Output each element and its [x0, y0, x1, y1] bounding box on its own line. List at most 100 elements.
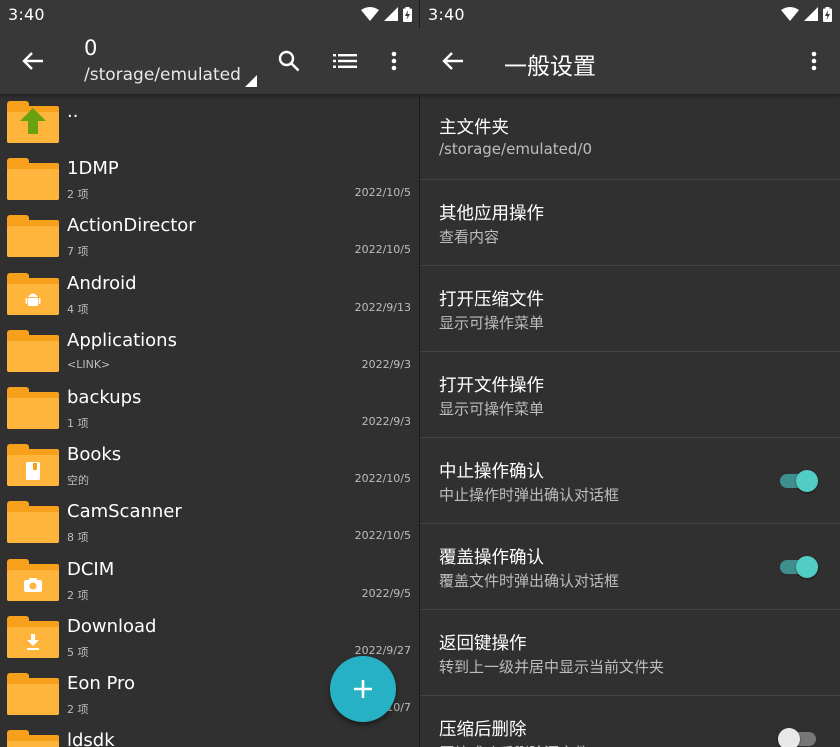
- file-meta: 7 项: [67, 245, 89, 259]
- settings-item[interactable]: 返回键操作 转到上一级并居中显示当前文件夹: [420, 610, 840, 696]
- settings-item-subtitle: 转到上一级并居中显示当前文件夹: [439, 658, 665, 676]
- file-date: 2022/10/5: [354, 529, 411, 543]
- file-meta: 2 项: [67, 588, 89, 602]
- file-meta: 8 项: [67, 531, 89, 545]
- battery-charging-icon: [403, 6, 412, 22]
- toggle-switch[interactable]: [778, 556, 818, 578]
- search-button[interactable]: [269, 41, 309, 81]
- status-bar: 3:40: [0, 0, 420, 28]
- folder-icon: [7, 329, 59, 372]
- back-button[interactable]: [13, 41, 53, 81]
- folder-icon: [7, 501, 59, 544]
- settings-item-title: 打开文件操作: [439, 376, 544, 396]
- folder-icon: [7, 444, 59, 487]
- folder-icon: [7, 386, 59, 429]
- file-meta: 1 项: [67, 416, 89, 430]
- folder-icon: [7, 615, 59, 658]
- status-icons: [361, 6, 412, 22]
- parent-folder-label: ..: [67, 101, 79, 122]
- file-name: Download: [67, 615, 157, 637]
- path-dropdown[interactable]: /storage/emulated: [84, 65, 241, 85]
- settings-item-title: 主文件夹: [439, 118, 509, 138]
- file-name: 1DMP: [67, 158, 119, 180]
- file-row[interactable]: Android 4 项 2022/9/13: [0, 266, 420, 323]
- settings-item-subtitle: 压缩成功后删除源文件: [439, 742, 589, 747]
- settings-item-title: 中止操作确认: [439, 462, 544, 482]
- settings-item[interactable]: 压缩后删除压缩成功后删除源文件: [420, 696, 840, 747]
- more-vert-icon: [811, 51, 817, 71]
- settings-list: 主文件夹/storage/emulated/0 其他应用操作 查看内容 打开压缩文件显…: [420, 94, 840, 747]
- status-time-right: 3:40: [428, 4, 465, 24]
- settings-item[interactable]: 覆盖操作确认覆盖文件时弹出确认对话框: [420, 524, 840, 610]
- wifi-icon: [361, 7, 379, 21]
- file-date: 2022/10/5: [354, 186, 411, 200]
- settings-panel: 3:40 一般设置 主文件夹/storage/emulated/0 其他应用操作查…: [420, 0, 840, 747]
- settings-item-title: 其他应用操作: [439, 204, 544, 224]
- file-name: ActionDirector: [67, 215, 196, 237]
- dropdown-triangle-icon[interactable]: [245, 75, 257, 87]
- toggle-switch[interactable]: [778, 470, 818, 492]
- file-name: backups: [67, 386, 142, 408]
- settings-item[interactable]: 中止操作确认中止操作时弹出确认对话框: [420, 438, 840, 524]
- settings-item[interactable]: 主文件夹/storage/emulated/0: [420, 94, 840, 180]
- file-date: 2022/10/5: [354, 243, 411, 257]
- folder-icon: [7, 558, 59, 601]
- signal-icon: [804, 7, 818, 21]
- more-options-button[interactable]: [374, 41, 414, 81]
- list-view-icon: [333, 54, 357, 68]
- file-date: 2022/9/27: [354, 643, 411, 657]
- camera-icon: [7, 570, 59, 601]
- settings-item-subtitle: 中止操作时弹出确认对话框: [439, 486, 620, 504]
- file-browser-panel: 3:40 0 /storage/emulated .. 1DMP 2 项 202…: [0, 0, 420, 747]
- settings-item-subtitle: 显示可操作菜单: [439, 400, 545, 418]
- file-browser-app-bar: 0 /storage/emulated: [0, 28, 420, 94]
- file-name: Books: [67, 444, 122, 466]
- file-row[interactable]: CamScanner 8 项 2022/10/5: [0, 494, 420, 551]
- file-name: Eon Pro: [67, 672, 136, 694]
- back-arrow-icon: [22, 52, 43, 70]
- file-meta: 5 项: [67, 645, 89, 659]
- file-date: 2022/9/3: [361, 357, 411, 371]
- file-row[interactable]: Applications <LINK> 2022/9/3: [0, 323, 420, 380]
- download-icon: [7, 627, 59, 658]
- settings-back-button[interactable]: [433, 41, 473, 81]
- folder-icon: [7, 672, 59, 715]
- file-meta: 4 项: [67, 302, 89, 316]
- settings-item[interactable]: 打开压缩文件 显示可操作菜单: [420, 266, 840, 352]
- back-arrow-icon: [442, 52, 463, 70]
- file-meta: 2 项: [67, 702, 89, 716]
- settings-more-button[interactable]: [794, 41, 834, 81]
- settings-item[interactable]: 其他应用操作 查看内容: [420, 180, 840, 266]
- file-row[interactable]: ActionDirector 7 项 2022/10/5: [0, 208, 420, 265]
- file-meta: <LINK>: [67, 357, 111, 371]
- file-row[interactable]: backups 1 项 2022/9/3: [0, 380, 420, 437]
- add-fab-button[interactable]: [330, 656, 396, 722]
- file-row[interactable]: ldsdk: [0, 723, 420, 747]
- settings-item-subtitle: /storage/emulated/0: [439, 140, 593, 158]
- file-row[interactable]: Books 空的 2022/10/5: [0, 437, 420, 494]
- file-row[interactable]: 1DMP 2 项 2022/10/5: [0, 151, 420, 208]
- settings-item-title: 压缩后删除: [439, 720, 527, 740]
- settings-item-title: 覆盖操作确认: [439, 548, 544, 568]
- file-name: Android: [67, 272, 137, 294]
- status-icons-right: [781, 6, 832, 22]
- folder-up-icon: [7, 101, 59, 143]
- signal-icon: [384, 7, 398, 21]
- folder-icon: [7, 272, 59, 315]
- folder-icon: [7, 730, 59, 747]
- toggle-switch[interactable]: [778, 728, 818, 747]
- settings-item-subtitle: 覆盖文件时弹出确认对话框: [439, 572, 620, 590]
- file-list: .. 1DMP 2 项 2022/10/5 ActionDirector 7 项 2022…: [0, 94, 420, 747]
- book-icon: [7, 455, 59, 486]
- folder-icon: [7, 215, 59, 258]
- folder-title: 0: [84, 36, 98, 60]
- parent-folder-row[interactable]: ..: [0, 94, 420, 151]
- settings-item[interactable]: 打开文件操作 显示可操作菜单: [420, 352, 840, 438]
- list-view-button[interactable]: [325, 41, 365, 81]
- settings-item-title: 打开压缩文件: [439, 290, 544, 310]
- file-row[interactable]: DCIM 2 项 2022/9/5: [0, 552, 420, 609]
- search-icon: [278, 50, 300, 72]
- file-name: ldsdk: [67, 730, 115, 747]
- file-name: CamScanner: [67, 501, 182, 523]
- file-date: 2022/9/5: [361, 586, 411, 600]
